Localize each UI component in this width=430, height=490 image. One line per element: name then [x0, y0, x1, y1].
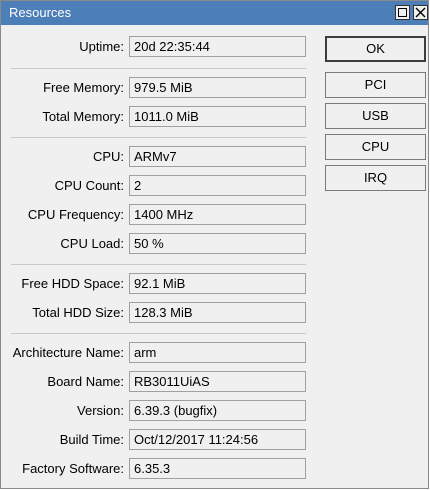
factory-software-field[interactable]: 6.35.3 [129, 458, 306, 479]
version-label: Version: [77, 403, 124, 418]
total-hdd-size-field[interactable]: 128.3 MiB [129, 302, 306, 323]
total-hdd-size-label: Total HDD Size: [32, 305, 124, 320]
free-hdd-space-field[interactable]: 92.1 MiB [129, 273, 306, 294]
window-title: Resources [9, 5, 72, 20]
separator [11, 68, 306, 69]
architecture-name-field[interactable]: arm [129, 342, 306, 363]
ok-button[interactable]: OK [325, 36, 426, 62]
cpu-count-label: CPU Count: [54, 178, 124, 193]
title-bar[interactable]: Resources [1, 1, 428, 25]
version-field[interactable]: 6.39.3 (bugfix) [129, 400, 306, 421]
cpu-field[interactable]: ARMv7 [129, 146, 306, 167]
uptime-field[interactable]: 20d 22:35:44 [129, 36, 306, 57]
cpu-load-field[interactable]: 50 % [129, 233, 306, 254]
cpu-button[interactable]: CPU [325, 134, 426, 160]
cpu-frequency-field[interactable]: 1400 MHz [129, 204, 306, 225]
architecture-name-label: Architecture Name: [12, 345, 124, 360]
build-time-field[interactable]: Oct/12/2017 11:24:56 [129, 429, 306, 450]
build-time-label: Build Time: [59, 432, 124, 447]
total-memory-field[interactable]: 1011.0 MiB [129, 106, 306, 127]
board-name-field[interactable]: RB3011UiAS [129, 371, 306, 392]
maximize-icon[interactable] [395, 5, 410, 20]
cpu-load-label: CPU Load: [60, 236, 124, 251]
usb-button[interactable]: USB [325, 103, 426, 129]
irq-button[interactable]: IRQ [325, 165, 426, 191]
board-name-label: Board Name: [47, 374, 124, 389]
free-hdd-space-label: Free HDD Space: [21, 276, 124, 291]
free-memory-label: Free Memory: [43, 80, 124, 95]
cpu-frequency-label: CPU Frequency: [27, 207, 124, 222]
close-glyph [415, 7, 426, 18]
pci-button[interactable]: PCI [325, 72, 426, 98]
cpu-count-field[interactable]: 2 [129, 175, 306, 196]
separator [11, 264, 306, 265]
close-icon[interactable] [413, 5, 428, 20]
factory-software-label: Factory Software: [22, 461, 124, 476]
uptime-label: Uptime: [79, 39, 124, 54]
cpu-label: CPU: [92, 149, 124, 164]
total-memory-label: Total Memory: [42, 109, 124, 124]
free-memory-field[interactable]: 979.5 MiB [129, 77, 306, 98]
separator [11, 333, 306, 334]
separator [11, 137, 306, 138]
resources-window: Resources Uptime: 20d 22:35:44 Free Memo… [0, 0, 429, 489]
